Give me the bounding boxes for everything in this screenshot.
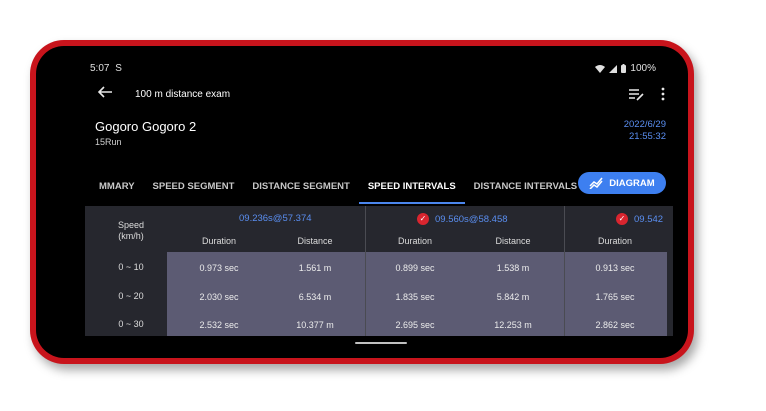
- cell-duration: 0.899 sec: [395, 263, 435, 273]
- column-divider: [564, 206, 565, 336]
- cell-duration: 1.835 sec: [395, 292, 435, 302]
- sync-icon: S: [115, 63, 122, 74]
- signal-icon: [609, 64, 618, 73]
- cell-duration: 0.973 sec: [199, 263, 239, 273]
- column-divider: [365, 206, 366, 336]
- col-header-duration: Duration: [597, 236, 633, 246]
- cell-duration: 2.532 sec: [199, 320, 239, 330]
- check-icon: ✓: [616, 213, 628, 225]
- cell-distance: 6.534 m: [298, 292, 332, 302]
- col-header-duration: Duration: [397, 236, 433, 246]
- status-icons: 100%: [595, 63, 656, 74]
- more-vert-icon[interactable]: [660, 86, 666, 102]
- interval-header-3[interactable]: ✓ 09.542: [616, 213, 663, 225]
- cell-duration: 2.695 sec: [395, 320, 435, 330]
- row-label: 0 ~ 10: [118, 262, 144, 272]
- speed-header: Speed (km/h): [117, 220, 145, 241]
- tab-summary[interactable]: MMARY: [90, 180, 144, 202]
- tab-speed-segment[interactable]: SPEED SEGMENT: [144, 180, 244, 202]
- wifi-icon: [595, 64, 606, 73]
- cell-distance: 1.538 m: [496, 263, 530, 273]
- status-time: 5:07 S: [90, 63, 122, 74]
- check-icon: ✓: [417, 213, 429, 225]
- page-title: 100 m distance exam: [135, 89, 231, 100]
- record-date: 2022/6/29: [623, 119, 666, 130]
- cell-duration: 2.862 sec: [595, 320, 635, 330]
- diagram-button-label: DIAGRAM: [609, 177, 655, 189]
- back-arrow-icon[interactable]: [96, 84, 114, 100]
- gesture-nav-handle[interactable]: [355, 342, 407, 344]
- row-label: 0 ~ 30: [118, 319, 144, 329]
- col-header-duration: Duration: [201, 236, 237, 246]
- cell-distance: 5.842 m: [496, 292, 530, 302]
- record-datetime: 2022/6/29 21:55:32: [624, 119, 666, 143]
- interval-header-1[interactable]: 09.236s@57.374: [239, 213, 312, 224]
- cell-distance: 10.377 m: [296, 320, 334, 330]
- tab-distance-segment[interactable]: DISTANCE SEGMENT: [243, 180, 358, 202]
- tab-speed-intervals[interactable]: SPEED INTERVALS: [358, 180, 465, 204]
- tab-distance-intervals[interactable]: DISTANCE INTERVALS: [465, 180, 586, 202]
- app-screen: 5:07 S 100% 100 m distance exam Gogoro G…: [36, 46, 688, 358]
- cell-duration: 1.765 sec: [595, 292, 635, 302]
- interval-header-2[interactable]: ✓ 09.560s@58.458: [417, 213, 508, 225]
- battery-percent: 100%: [630, 63, 656, 74]
- record-time: 21:55:32: [629, 131, 666, 142]
- battery-icon: [621, 64, 627, 73]
- cell-duration: 0.913 sec: [595, 263, 635, 273]
- col-header-distance: Distance: [495, 236, 531, 246]
- cell-distance: 12.253 m: [494, 320, 532, 330]
- col-header-distance: Distance: [297, 236, 333, 246]
- chart-line-icon: [589, 177, 603, 189]
- device-subtitle: 15Run: [95, 137, 122, 147]
- row-label: 0 ~ 20: [118, 291, 144, 301]
- cell-distance: 1.561 m: [298, 263, 332, 273]
- edit-list-icon[interactable]: [628, 87, 644, 101]
- diagram-button[interactable]: DIAGRAM: [578, 172, 666, 194]
- speed-intervals-table: Speed (km/h) 09.236s@57.374 ✓ 09.560s@58…: [85, 206, 673, 336]
- tab-bar: MMARY SPEED SEGMENT DISTANCE SEGMENT SPE…: [90, 180, 586, 204]
- cell-duration: 2.030 sec: [199, 292, 239, 302]
- device-name: Gogoro Gogoro 2: [95, 119, 197, 134]
